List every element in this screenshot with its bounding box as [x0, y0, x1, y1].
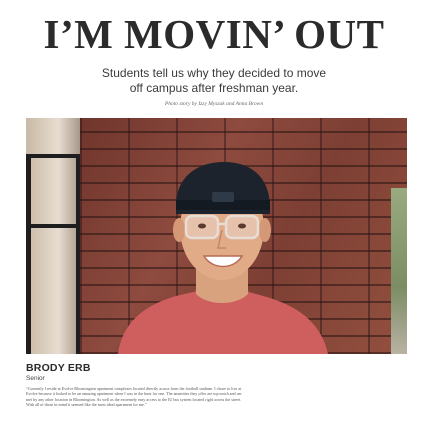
portrait-photo	[26, 118, 407, 354]
dek-line: off campus after freshman year.	[129, 81, 299, 95]
quote-line: With all of those in mind it seemed like…	[26, 402, 147, 408]
student-year: Senior	[26, 375, 45, 382]
dek: Students tell us why they decided to mov…	[0, 66, 428, 96]
photo-credit: Photo story by Izzy Myszak and Anna Brow…	[164, 101, 264, 107]
headline: I’M MOVIN’ OUT	[43, 11, 385, 57]
student-quote: “Currently I reside at Evolve Bloomingto…	[26, 386, 408, 408]
student-name: BRODY ERB	[26, 362, 91, 374]
student-figure	[118, 162, 328, 354]
dek-line: Students tell us why they decided to mov…	[101, 66, 327, 80]
